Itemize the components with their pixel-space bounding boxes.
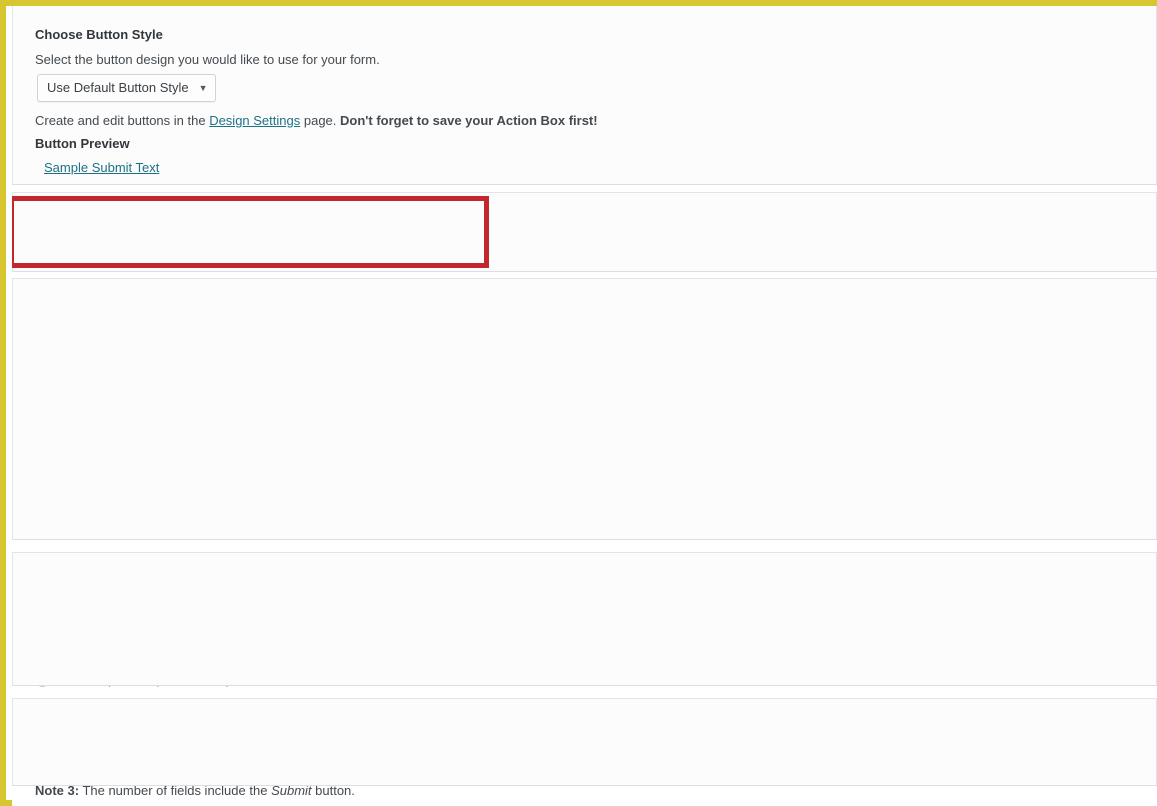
button-style-select-value: Use Default Button Style (47, 80, 189, 95)
design-settings-link[interactable]: Design Settings (209, 113, 300, 128)
panel-choose-button-style: Choose Button Style Select the button de… (12, 6, 1157, 185)
help-middle-text: page. (300, 113, 341, 128)
design-settings-help-line: Create and edit buttons in the Design Se… (35, 112, 598, 129)
settings-page: Choose Button Style Select the button de… (12, 6, 1157, 806)
panel-field-label-position: Field Label Position Stacked on field In… (12, 552, 1157, 686)
chevron-down-icon: ▼ (198, 82, 208, 93)
sample-submit-text-link[interactable]: Sample Submit Text (44, 160, 159, 175)
help-bold-text: Don't forget to save your Action Box fir… (340, 113, 598, 128)
choose-button-style-title: Choose Button Style (35, 27, 163, 42)
button-preview-title: Button Preview (35, 136, 130, 151)
choose-button-style-description: Select the button design you would like … (35, 52, 380, 67)
panel-form-fields-layout: Form Fields Layout Default (auto width) … (12, 278, 1157, 798)
button-style-select[interactable]: Use Default Button Style ▼ (37, 74, 216, 102)
screenshot-gold-frame: Choose Button Style Select the button de… (0, 0, 1157, 806)
help-prefix-text: Create and edit buttons in the (35, 113, 210, 128)
panel-auto-adjust-width: Auto adjust submit button width. Will ap… (12, 192, 1157, 438)
panel-center-optin: Center opt in form elements Check this b… (12, 698, 1157, 786)
button-preview-area: Sample Submit Text (44, 160, 159, 175)
